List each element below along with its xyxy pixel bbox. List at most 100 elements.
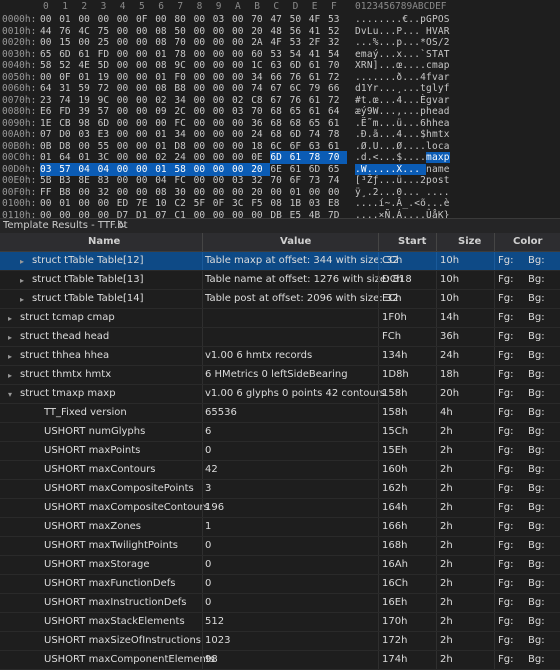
result-name: USHORT maxSizeOfInstructions (44, 635, 202, 646)
column-size[interactable]: Size (458, 236, 481, 247)
hex-ascii[interactable]: ....×Ñ.Á....ÛåK} (355, 209, 450, 219)
hex-editor[interactable]: 0 1 2 3 4 5 6 7 8 9 A B C D E F 0123456789ABCDEF 0000h: 0… (0, 0, 560, 218)
hex-byte[interactable]: E5 (290, 209, 304, 219)
column-start[interactable]: Start (398, 236, 426, 247)
result-row[interactable]: USHORT maxStackElements 512 170h 2h Fg: Bg: (0, 613, 560, 632)
hex-byte[interactable]: 00 (194, 209, 208, 219)
column-value[interactable]: Value (280, 236, 311, 247)
expand-arrow-icon[interactable]: ▸ (8, 351, 12, 363)
result-size: 20h (440, 388, 460, 399)
result-fg: Fg: (498, 407, 514, 418)
result-row[interactable]: USHORT maxPoints 0 15Eh 2h Fg: Bg: (0, 442, 560, 461)
result-value: Table name at offset: 1276 with size: 81… (205, 274, 412, 285)
result-size: 2h (440, 483, 453, 494)
hex-ascii-part: .d.<...$.... (355, 152, 427, 163)
result-bg: Bg: (528, 616, 545, 627)
result-bg: Bg: (528, 445, 545, 456)
hex-byte[interactable]: 00 (59, 209, 73, 219)
result-value: v1.00 6 hmtx records (205, 350, 313, 361)
result-name: struct tTable Table[13] (32, 274, 144, 285)
result-fg: Fg: (498, 597, 514, 608)
hex-byte[interactable]: 7D (328, 209, 342, 219)
hex-byte[interactable]: 4B (309, 209, 323, 219)
hex-offset: 0110h: (2, 209, 37, 219)
result-start: 170h (382, 616, 408, 627)
result-bg: Bg: (528, 312, 545, 323)
result-row[interactable]: USHORT maxZones 1 166h 2h Fg: Bg: (0, 518, 560, 537)
expand-arrow-icon[interactable]: ▸ (20, 275, 24, 287)
result-name: USHORT maxPoints (44, 445, 141, 456)
hex-ascii-part: name (426, 163, 450, 175)
hex-column-label: B (254, 1, 260, 12)
result-row[interactable]: ▸ struct tcmap cmap 1F0h 14h Fg: Bg: (0, 309, 560, 328)
result-value: 6 (205, 426, 212, 437)
result-row[interactable]: ▸ struct thhea hhea v1.00 6 hmtx records 13… (0, 347, 560, 366)
result-row[interactable]: ▾ struct tmaxp maxp v1.00 6 glyphs 0 point… (0, 385, 560, 404)
result-row[interactable]: ▸ struct tTable Table[14] Table post at of… (0, 290, 560, 309)
result-row[interactable]: USHORT maxInstructionDefs 0 16Eh 2h Fg: Bg: (0, 594, 560, 613)
result-bg: Bg: (528, 369, 545, 380)
result-row[interactable]: ▸ struct tTable Table[13] Table name at of… (0, 271, 560, 290)
result-row[interactable]: USHORT maxStorage 0 16Ah 2h Fg: Bg: (0, 556, 560, 575)
result-fg: Fg: (498, 312, 514, 323)
column-color[interactable]: Color (513, 236, 542, 247)
result-bg: Bg: (528, 388, 545, 399)
expand-arrow-icon[interactable]: ▸ (20, 294, 24, 306)
column-name[interactable]: Name (88, 236, 120, 247)
result-bg: Bg: (528, 293, 545, 304)
result-row[interactable]: ▸ struct thead head FCh 36h Fg: Bg: (0, 328, 560, 347)
result-row[interactable]: USHORT maxContours 42 160h 2h Fg: Bg: (0, 461, 560, 480)
hex-column-label: A (235, 1, 241, 12)
result-bg: Bg: (528, 540, 545, 551)
result-bg: Bg: (528, 407, 545, 418)
result-row[interactable]: USHORT maxComponentElements 98 174h 2h Fg: Bg… (0, 651, 560, 670)
result-fg: Fg: (498, 255, 514, 266)
hex-byte[interactable]: 00 (40, 209, 54, 219)
result-start: FCh (382, 331, 402, 342)
result-value: 3 (205, 483, 212, 494)
expand-arrow-icon[interactable]: ▸ (8, 370, 12, 382)
result-row[interactable]: USHORT maxCompositeContours 196 164h 2h Fg: B… (0, 499, 560, 518)
hex-byte[interactable]: C1 (174, 209, 188, 219)
result-row[interactable]: USHORT maxFunctionDefs 0 16Ch 2h Fg: Bg: (0, 575, 560, 594)
result-row[interactable]: USHORT maxTwilightPoints 0 168h 2h Fg: Bg: (0, 537, 560, 556)
hex-row[interactable]: 0110h: 00 00 00 00 D7 D1 07 C1 00 00 00 00 DB E5 4B 7D..… (0, 209, 560, 219)
hex-byte[interactable]: 00 (98, 209, 112, 219)
refresh-icon[interactable]: ↻ (118, 220, 126, 231)
hex-byte[interactable]: 00 (251, 209, 265, 219)
result-row[interactable]: USHORT maxCompositePoints 3 162h 2h Fg: Bg: (0, 480, 560, 499)
expand-arrow-icon[interactable]: ▸ (8, 313, 12, 325)
result-start: 1F0h (382, 312, 407, 323)
hex-column-label: D (292, 1, 299, 12)
result-fg: Fg: (498, 540, 514, 551)
expand-arrow-icon[interactable]: ▸ (8, 332, 12, 344)
result-size: 14h (440, 312, 460, 323)
result-row[interactable]: TT_Fixed version 65536 158h 4h Fg: Bg: (0, 404, 560, 423)
result-name: struct tmaxp maxp (20, 388, 116, 399)
result-fg: Fg: (498, 635, 514, 646)
result-name: struct thmtx hmtx (20, 369, 112, 380)
hex-byte[interactable]: 00 (232, 209, 246, 219)
hex-byte[interactable]: 00 (78, 209, 92, 219)
hex-byte[interactable]: DB (270, 209, 284, 219)
template-results-table[interactable]: ▸ struct tTable Table[12] Table maxp at of… (0, 252, 560, 670)
result-size: 2h (440, 445, 453, 456)
hex-byte[interactable]: 00 (213, 209, 227, 219)
result-row[interactable]: USHORT numGlyphs 6 15Ch 2h Fg: Bg: (0, 423, 560, 442)
result-row[interactable]: USHORT maxSizeOfInstructions 1023 172h 2h Fg… (0, 632, 560, 651)
result-row[interactable]: ▸ struct tTable Table[12] Table maxp at of… (0, 252, 560, 271)
result-value: 0 (205, 540, 212, 551)
hex-byte[interactable]: 07 (155, 209, 169, 219)
result-size: 10h (440, 274, 460, 285)
expand-arrow-icon[interactable]: ▸ (20, 256, 24, 268)
result-row[interactable]: ▸ struct thmtx hmtx 6 HMetrics 0 leftSideB… (0, 366, 560, 385)
result-name: USHORT maxCompositeContours (44, 502, 209, 513)
hex-byte[interactable]: D1 (136, 209, 150, 219)
collapse-arrow-icon[interactable]: ▾ (8, 389, 12, 401)
result-start: 16Eh (382, 597, 408, 608)
result-value: 98 (205, 654, 218, 665)
result-name: USHORT maxFunctionDefs (44, 578, 176, 589)
hex-byte[interactable]: D7 (117, 209, 131, 219)
result-bg: Bg: (528, 274, 545, 285)
result-start: 15Ch (382, 426, 409, 437)
